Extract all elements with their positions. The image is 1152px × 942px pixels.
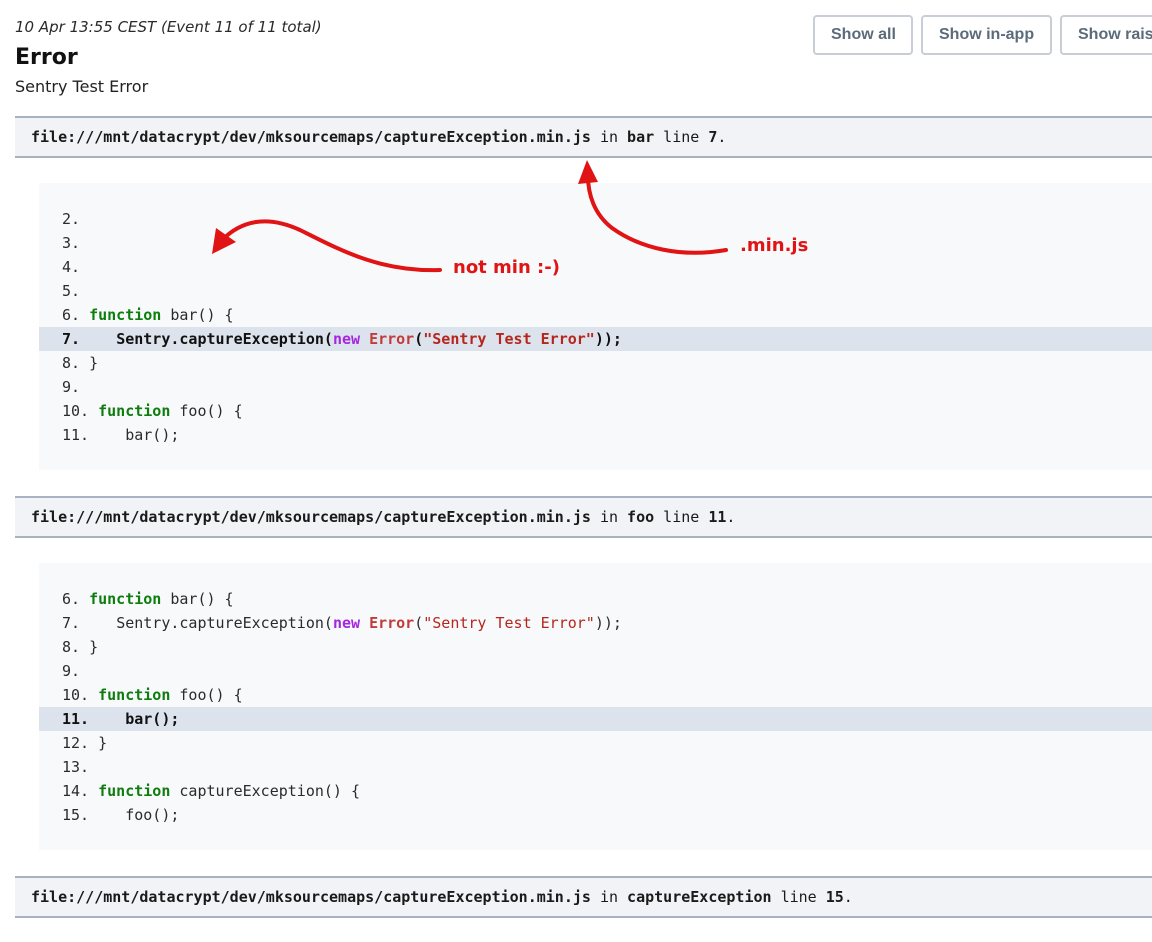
arrowhead-min-js: [578, 160, 598, 184]
arrow-min-js: [586, 174, 728, 255]
annotation-min-js: .min.js: [740, 235, 809, 256]
annotation-not-min: not min :-): [453, 257, 560, 278]
annotation-arrows: [212, 160, 728, 273]
arrow-not-min: [220, 219, 442, 273]
